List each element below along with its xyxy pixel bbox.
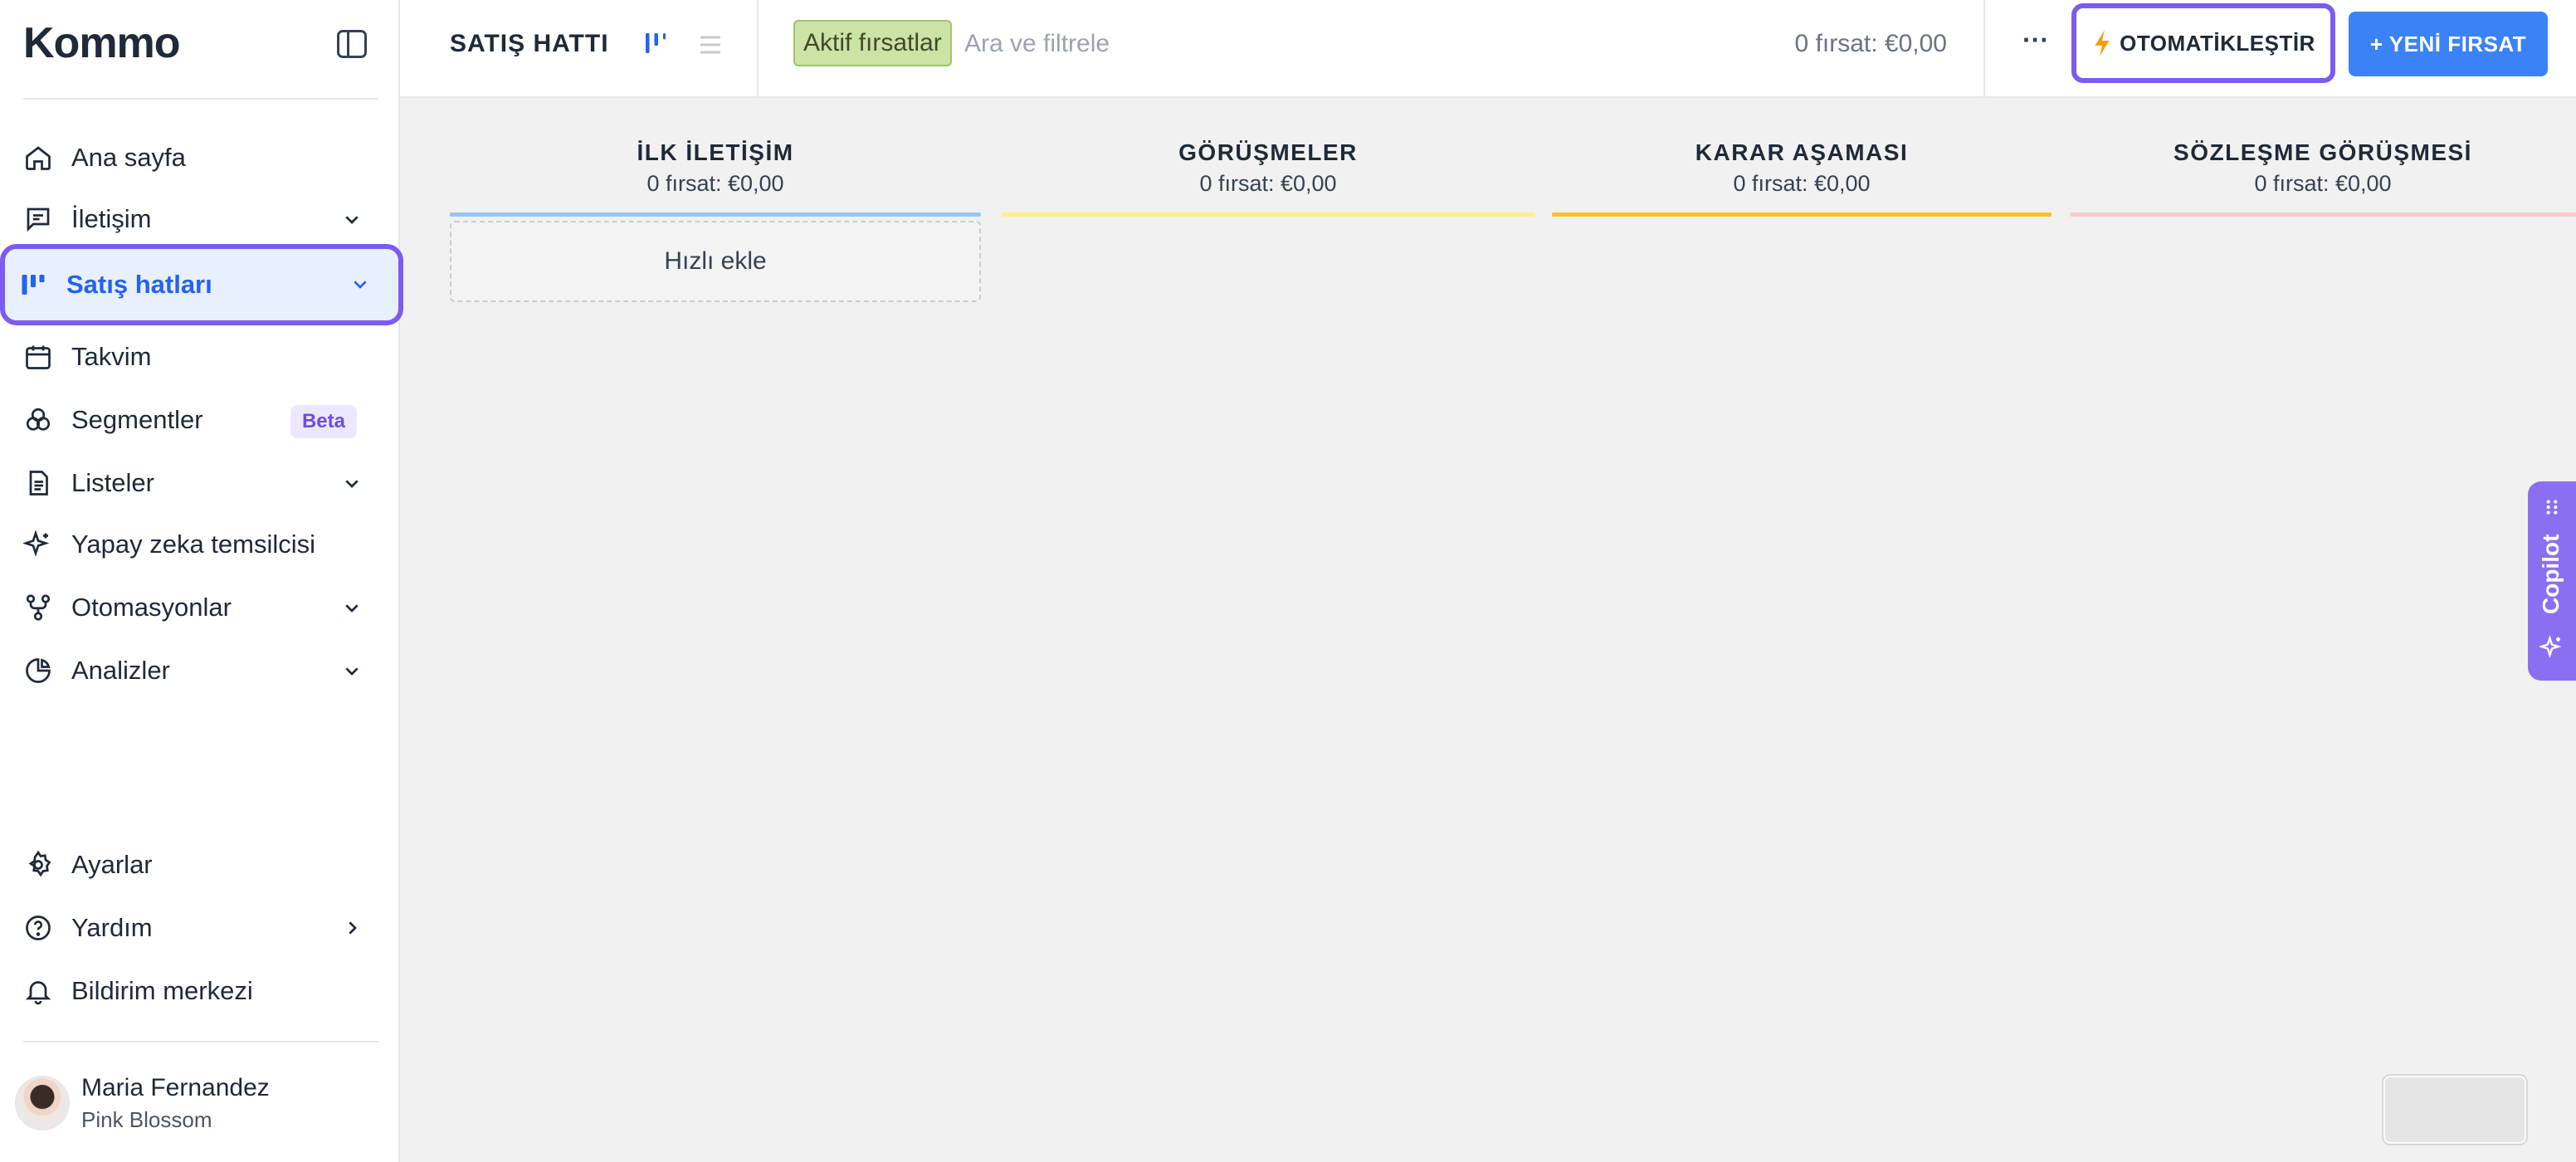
avatar [15, 1076, 70, 1130]
app-window: Kommo Ana sayfa İletişim Satış hatları T… [0, 0, 2576, 1162]
pie-chart-icon [23, 656, 53, 686]
lightning-icon [2095, 30, 2110, 56]
sidebar-item-label: Yapay zeka temsilcisi [71, 530, 316, 559]
pipeline-column: SÖZLEŞME GÖRÜŞMESİ 0 fırsat: €0,00 [2070, 118, 2576, 217]
sidebar-divider [23, 98, 378, 100]
sidebar-item-label: İletişim [71, 204, 152, 233]
automation-icon [23, 593, 53, 622]
list-view-icon[interactable] [695, 30, 725, 60]
beta-badge: Beta [290, 405, 357, 438]
column-underline [450, 212, 981, 217]
sidebar-item-settings[interactable]: Ayarlar [10, 838, 390, 891]
pipeline-icon [18, 270, 48, 300]
sidebar-item-label: Ana sayfa [71, 143, 186, 172]
sidebar-item-lists[interactable]: Listeler [10, 456, 390, 510]
user-name: Maria Fernandez [81, 1074, 270, 1101]
corner-widget[interactable] [2383, 1076, 2526, 1144]
chevron-down-icon [345, 216, 359, 224]
segments-icon [23, 405, 53, 435]
sidebar-item-pipelines[interactable]: Satış hatları [0, 244, 403, 325]
chat-icon [23, 204, 53, 234]
chevron-down-icon [345, 667, 359, 676]
sidebar-item-label: Yardım [71, 913, 153, 942]
active-filter-tag[interactable]: Aktif fırsatlar [793, 20, 952, 66]
drag-handle-icon[interactable] [2541, 496, 2563, 518]
column-summary: 0 fırsat: €0,00 [1199, 171, 1337, 196]
copilot-label: Copilot [2538, 534, 2564, 614]
column-summary: 0 fırsat: €0,00 [646, 171, 784, 196]
pipeline-board: İLK İLETİŞİM 0 fırsat: €0,00 GÖRÜŞMELER … [400, 98, 2576, 1162]
chevron-down-icon [345, 604, 359, 613]
sidebar-item-automations[interactable]: Otomasyonlar [10, 581, 390, 634]
sidebar-item-calendar[interactable]: Takvim [10, 330, 390, 383]
topbar-divider [757, 0, 759, 98]
pipeline-column: İLK İLETİŞİM 0 fırsat: €0,00 [450, 118, 981, 217]
automate-button-label: OTOMATİKLEŞTİR [2120, 30, 2315, 56]
sidebar-item-label: Ayarlar [71, 850, 153, 879]
sidebar-item-label: Otomasyonlar [71, 593, 232, 622]
total-summary: 0 fırsat: €0,00 [1794, 30, 1947, 57]
column-summary: 0 fırsat: €0,00 [1733, 171, 1871, 196]
sidebar-item-segments[interactable]: Segmentler Beta [10, 393, 390, 447]
search-input[interactable] [964, 23, 1379, 65]
help-icon [23, 913, 53, 943]
more-options-button[interactable]: ··· [2015, 25, 2056, 61]
brand-row: Kommo [0, 0, 398, 100]
column-underline [1001, 212, 1535, 217]
sidebar-item-notifications[interactable]: Bildirim merkezi [10, 964, 390, 1018]
sidebar-item-label: Segmentler [71, 405, 203, 434]
sidebar-item-home[interactable]: Ana sayfa [10, 131, 390, 184]
kanban-view-icon[interactable] [641, 28, 671, 58]
sparkle-icon [2539, 635, 2562, 658]
sidebar-item-label: Listeler [71, 468, 154, 497]
sidebar-item-help[interactable]: Yardım [10, 901, 390, 954]
pipeline-column: GÖRÜŞMELER 0 fırsat: €0,00 [1001, 118, 1535, 217]
sidebar-item-label: Takvim [71, 342, 152, 371]
user-company: Pink Blossom [81, 1107, 212, 1132]
column-underline [1552, 212, 2052, 217]
sidebar-item-communication[interactable]: İletişim [10, 193, 390, 246]
column-title[interactable]: GÖRÜŞMELER [1001, 139, 1535, 166]
kommo-logo[interactable]: Kommo [23, 18, 181, 68]
topbar: SATIŞ HATTI Aktif fırsatlar 0 fırsat: €0… [400, 0, 2576, 98]
column-title[interactable]: SÖZLEŞME GÖRÜŞMESİ [2070, 139, 2576, 166]
gear-icon [23, 850, 53, 880]
pipeline-title[interactable]: SATIŞ HATTI [450, 30, 609, 58]
document-icon [23, 468, 53, 498]
chevron-right-icon [349, 921, 357, 935]
sparkle-icon [23, 530, 53, 559]
sidebar-collapse-icon[interactable] [337, 30, 367, 58]
automate-button[interactable]: OTOMATİKLEŞTİR [2071, 3, 2335, 83]
user-profile[interactable]: Maria Fernandez Pink Blossom [15, 1069, 380, 1144]
sidebar-item-label: Analizler [71, 656, 170, 685]
copilot-tab[interactable]: Copilot [2528, 481, 2576, 681]
sidebar-item-analytics[interactable]: Analizler [10, 644, 390, 697]
topbar-divider [1983, 0, 1985, 98]
chevron-down-icon [354, 281, 367, 289]
column-title[interactable]: KARAR AŞAMASI [1552, 139, 2052, 166]
bell-icon [23, 976, 53, 1006]
sidebar: Kommo Ana sayfa İletişim Satış hatları T… [0, 0, 403, 1162]
chevron-down-icon [345, 480, 359, 488]
column-summary: 0 fırsat: €0,00 [2254, 171, 2392, 196]
home-icon [23, 143, 53, 173]
pipeline-column: KARAR AŞAMASI 0 fırsat: €0,00 [1552, 118, 2052, 217]
sidebar-item-ai-agent[interactable]: Yapay zeka temsilcisi [10, 518, 390, 571]
column-underline [2070, 212, 2576, 217]
main-area: SATIŞ HATTI Aktif fırsatlar 0 fırsat: €0… [400, 0, 2576, 1162]
sidebar-item-label: Bildirim merkezi [71, 976, 253, 1005]
new-deal-button[interactable]: + YENİ FIRSAT [2349, 12, 2548, 76]
calendar-icon [23, 342, 53, 372]
sidebar-item-label: Satış hatları [66, 270, 212, 299]
sidebar-divider [23, 1041, 378, 1042]
quick-add-button[interactable]: Hızlı ekle [450, 221, 981, 302]
column-title[interactable]: İLK İLETİŞİM [450, 139, 981, 166]
